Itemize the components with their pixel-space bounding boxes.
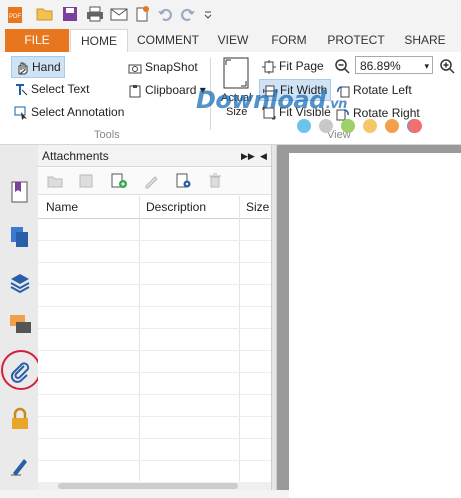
security-icon[interactable] xyxy=(9,407,31,434)
fit-page-label: Fit Page xyxy=(279,59,324,73)
column-description[interactable]: Description xyxy=(142,196,206,218)
scrollbar-thumb[interactable] xyxy=(58,483,238,489)
zoom-value: 86.89% xyxy=(360,59,401,73)
table-row xyxy=(38,394,271,395)
color-dot xyxy=(385,119,399,133)
tab-form[interactable]: FORM xyxy=(264,29,314,52)
comments-icon[interactable] xyxy=(9,313,33,340)
table-row xyxy=(38,438,271,439)
table-row xyxy=(38,284,271,285)
document-viewport[interactable] xyxy=(277,145,461,498)
zoom-out-icon[interactable] xyxy=(334,58,350,77)
svg-text:PDF: PDF xyxy=(9,14,21,20)
zoom-input[interactable]: 86.89% ▾ xyxy=(355,56,433,74)
email-icon[interactable] xyxy=(110,6,128,25)
attachments-panel: Attachments ▶▶ ◀ Name Description Size xyxy=(38,145,271,490)
tab-home[interactable]: HOME xyxy=(70,29,128,54)
select-text-button[interactable]: Select Text xyxy=(14,79,89,99)
table-row xyxy=(38,460,271,461)
tab-protect[interactable]: PROTECT xyxy=(322,29,390,52)
tab-file[interactable]: FILE xyxy=(5,29,69,52)
ribbon-tabs: FILE HOME COMMENT VIEW FORM PROTECT SHAR… xyxy=(0,29,461,54)
save-attachment-icon[interactable] xyxy=(78,173,94,192)
table-row xyxy=(38,306,271,307)
hand-label: Hand xyxy=(32,60,61,74)
attachments-table-header: Name Description Size xyxy=(38,196,271,219)
panel-title: Attachments xyxy=(38,145,271,167)
select-text-icon xyxy=(16,83,28,96)
redo-icon[interactable] xyxy=(180,6,196,25)
table-row xyxy=(38,416,271,417)
document-page xyxy=(289,153,461,498)
color-dot xyxy=(363,119,377,133)
customize-dropdown-icon[interactable] xyxy=(203,6,213,25)
open-folder-icon[interactable] xyxy=(36,6,54,25)
table-row xyxy=(38,262,271,263)
select-annotation-label: Select Annotation xyxy=(31,105,125,119)
attachment-settings-icon[interactable] xyxy=(175,173,193,192)
delete-attachment-icon[interactable] xyxy=(207,173,223,192)
hand-button[interactable]: Hand xyxy=(11,56,65,78)
column-name[interactable]: Name xyxy=(42,196,78,218)
collapse-panel-icon[interactable]: ◀ xyxy=(260,151,267,162)
color-dot xyxy=(319,119,333,133)
zoom-dropdown-icon[interactable]: ▾ xyxy=(424,57,429,75)
table-row xyxy=(38,372,271,373)
attachments-toolbar xyxy=(38,168,271,195)
snapshot-label: SnapShot xyxy=(145,60,198,74)
watermark-text: Download xyxy=(196,86,326,114)
tab-share[interactable]: SHARE xyxy=(398,29,452,52)
signature-icon[interactable] xyxy=(9,453,31,480)
horizontal-scrollbar[interactable] xyxy=(38,482,271,490)
tools-group-label: Tools xyxy=(94,129,120,141)
clipboard-icon xyxy=(129,84,141,98)
color-dot xyxy=(341,119,355,133)
zoom-in-icon[interactable] xyxy=(439,58,455,77)
undo-icon[interactable] xyxy=(157,6,173,25)
color-dot xyxy=(297,119,311,133)
color-dot xyxy=(408,119,422,133)
watermark: Download.vn xyxy=(196,86,347,114)
edit-attachment-icon[interactable] xyxy=(143,173,159,192)
layers-icon[interactable] xyxy=(9,270,31,297)
new-icon[interactable] xyxy=(134,6,150,25)
rotate-right-label: Rotate Right xyxy=(353,106,420,120)
navigation-sidebar xyxy=(0,145,39,490)
clipboard-label: Clipboard xyxy=(145,83,197,97)
highlight-circle xyxy=(1,350,41,390)
clipboard-button[interactable]: Clipboard ▾ xyxy=(128,80,206,100)
select-annotation-button[interactable]: Select Annotation xyxy=(14,102,124,122)
hand-icon xyxy=(18,62,28,75)
bookmark-icon[interactable] xyxy=(9,180,31,207)
save-icon[interactable] xyxy=(62,6,78,25)
table-row xyxy=(38,328,271,329)
rotate-left-label: Rotate Left xyxy=(353,83,412,97)
table-row xyxy=(38,350,271,351)
expand-panel-icon[interactable]: ▶▶ xyxy=(241,151,255,162)
add-attachment-icon[interactable] xyxy=(110,173,128,192)
rotate-left-button[interactable]: Rotate Left xyxy=(336,80,412,100)
pdf-app-icon: PDF xyxy=(6,6,24,27)
fit-page-icon xyxy=(262,59,276,74)
open-attachment-icon[interactable] xyxy=(47,173,63,192)
tab-view[interactable]: VIEW xyxy=(210,29,256,52)
print-icon[interactable] xyxy=(86,6,104,25)
select-annotation-icon xyxy=(14,106,27,120)
pages-icon[interactable] xyxy=(9,225,31,252)
camera-icon xyxy=(128,64,142,74)
snapshot-button[interactable]: SnapShot xyxy=(128,57,198,77)
watermark-suffix: .vn xyxy=(325,97,348,112)
table-row xyxy=(38,240,271,241)
select-text-label: Select Text xyxy=(31,82,90,96)
quick-access-toolbar: PDF xyxy=(0,0,461,29)
tab-comment[interactable]: COMMENT xyxy=(132,29,204,52)
fit-page-button[interactable]: Fit Page xyxy=(262,56,324,76)
column-size[interactable]: Size xyxy=(242,196,269,218)
